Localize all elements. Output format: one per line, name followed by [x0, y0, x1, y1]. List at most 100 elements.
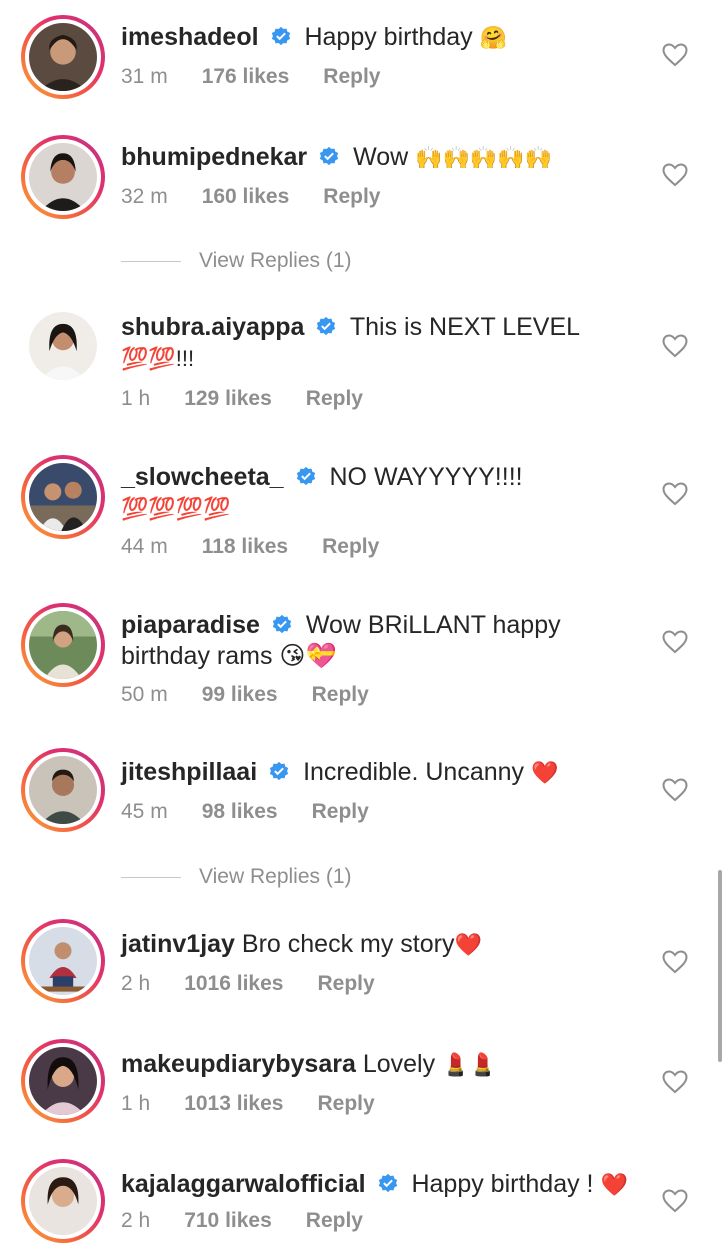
timestamp: 1 h	[121, 1092, 151, 1115]
verified-badge-icon	[317, 316, 336, 336]
verified-badge-icon	[378, 1173, 397, 1193]
comment-text: bhumipednekar Wow 🙌🙌🙌🙌🙌	[121, 142, 651, 173]
timestamp: 1 h	[121, 387, 151, 410]
avatar[interactable]	[21, 1159, 105, 1243]
comment-meta: 44 m 118 likes Reply	[121, 535, 413, 559]
comment-meta: 1 h 1013 likes Reply	[121, 1092, 409, 1116]
likes-count[interactable]: 710 likes	[184, 1209, 272, 1232]
username[interactable]: bhumipednekar	[121, 143, 307, 171]
avatar[interactable]	[21, 135, 105, 219]
avatar[interactable]	[21, 15, 105, 99]
view-replies-label[interactable]: View Replies (1)	[199, 246, 352, 276]
reply-button[interactable]: Reply	[323, 185, 380, 208]
heart-icon[interactable]	[662, 950, 688, 974]
emoji: 💯💯💯💯	[121, 496, 231, 521]
likes-count[interactable]: 99 likes	[202, 683, 278, 706]
timestamp: 31 m	[121, 65, 168, 88]
verified-badge-icon	[319, 146, 339, 166]
timestamp: 44 m	[121, 535, 168, 558]
comment-body: Happy birthday !	[411, 1170, 594, 1198]
username[interactable]: jatinv1jay	[121, 930, 235, 958]
timestamp: 2 h	[121, 972, 151, 995]
timestamp: 45 m	[121, 800, 168, 823]
comment-body: NO WAYYYYY!!!!	[329, 463, 523, 491]
comment-body: Happy birthday	[304, 23, 473, 51]
reply-button[interactable]: Reply	[306, 387, 363, 410]
verified-badge-icon	[269, 761, 289, 781]
verified-badge-icon	[271, 26, 290, 46]
reply-button[interactable]: Reply	[306, 1209, 363, 1232]
view-replies-label[interactable]: View Replies (1)	[199, 862, 352, 892]
comment-text: piaparadise Wow BRiLLANT happy birthday …	[121, 610, 651, 672]
comment-text: imeshadeol Happy birthday 🤗	[121, 22, 651, 53]
reply-button[interactable]: Reply	[312, 683, 369, 706]
avatar[interactable]	[29, 312, 97, 380]
heart-icon[interactable]	[662, 334, 688, 358]
comment-meta: 45 m 98 likes Reply	[121, 800, 403, 824]
view-replies-button[interactable]: View Replies (1)	[121, 862, 421, 892]
comment-body: Wow	[353, 143, 409, 171]
likes-count[interactable]: 129 likes	[184, 387, 272, 410]
comment-body: Incredible. Uncanny	[303, 758, 525, 786]
comment-text: jiteshpillaai Incredible. Uncanny ❤️	[121, 757, 651, 788]
comment-meta: 32 m 160 likes Reply	[121, 185, 414, 209]
username[interactable]: jiteshpillaai	[121, 758, 257, 786]
emoji: 💯💯!!!	[121, 346, 195, 371]
likes-count[interactable]: 176 likes	[202, 65, 290, 88]
likes-count[interactable]: 160 likes	[202, 185, 290, 208]
scrollbar[interactable]	[718, 870, 722, 1062]
verified-badge-icon	[272, 614, 292, 634]
username[interactable]: kajalaggarwalofficial	[121, 1170, 366, 1198]
heart-icon[interactable]	[662, 778, 688, 802]
emoji: 💄💄	[442, 1052, 497, 1077]
emoji: 🙌🙌🙌🙌🙌	[415, 145, 553, 170]
heart-icon[interactable]	[662, 482, 688, 506]
comment-meta: 2 h 710 likes Reply	[121, 1209, 397, 1233]
avatar[interactable]	[21, 1039, 105, 1123]
timestamp: 50 m	[121, 683, 168, 706]
emoji: ❤️	[600, 1172, 628, 1197]
heart-icon[interactable]	[662, 1070, 688, 1094]
comment-text: makeupdiarybysara Lovely 💄💄	[121, 1049, 651, 1080]
username[interactable]: _slowcheeta_	[121, 463, 284, 491]
username[interactable]: shubra.aiyappa	[121, 313, 304, 341]
avatar[interactable]	[21, 919, 105, 1003]
view-replies-button[interactable]: View Replies (1)	[121, 246, 421, 276]
comment-body: Lovely	[362, 1050, 436, 1078]
heart-icon[interactable]	[662, 163, 688, 187]
comment-text: kajalaggarwalofficial Happy birthday ! ❤…	[121, 1169, 651, 1200]
reply-button[interactable]: Reply	[323, 65, 380, 88]
reply-button[interactable]: Reply	[322, 535, 379, 558]
comment-meta: 50 m 99 likes Reply	[121, 683, 403, 707]
verified-badge-icon	[296, 466, 315, 486]
comment-meta: 1 h 129 likes Reply	[121, 387, 397, 411]
username[interactable]: imeshadeol	[121, 23, 259, 51]
comment-body: This is NEXT LEVEL	[349, 313, 581, 341]
comment-body-cont: birthday rams 😘💝	[121, 642, 337, 670]
comment-meta: 31 m 176 likes Reply	[121, 65, 414, 89]
avatar[interactable]	[21, 603, 105, 687]
username[interactable]: piaparadise	[121, 611, 260, 639]
likes-count[interactable]: 1016 likes	[184, 972, 283, 995]
avatar[interactable]	[21, 455, 105, 539]
comment-body: Bro check my story	[241, 930, 455, 958]
reply-button[interactable]: Reply	[317, 972, 374, 995]
comment-text: shubra.aiyappa This is NEXT LEVEL 💯💯!!!	[121, 312, 651, 374]
emoji: 🤗	[479, 25, 507, 50]
divider	[121, 261, 181, 262]
reply-button[interactable]: Reply	[312, 800, 369, 823]
reply-button[interactable]: Reply	[317, 1092, 374, 1115]
comment-body: Wow BRiLLANT happy	[305, 611, 561, 639]
likes-count[interactable]: 98 likes	[202, 800, 278, 823]
divider	[121, 877, 181, 878]
username[interactable]: makeupdiarybysara	[121, 1050, 356, 1078]
likes-count[interactable]: 1013 likes	[184, 1092, 283, 1115]
heart-icon[interactable]	[662, 43, 688, 67]
comment-text: jatinv1jay Bro check my story❤️	[121, 929, 651, 960]
timestamp: 2 h	[121, 1209, 151, 1232]
heart-icon[interactable]	[662, 1189, 688, 1213]
avatar[interactable]	[21, 748, 105, 832]
likes-count[interactable]: 118 likes	[202, 535, 288, 558]
heart-icon[interactable]	[662, 630, 688, 654]
emoji: ❤️	[454, 932, 482, 957]
